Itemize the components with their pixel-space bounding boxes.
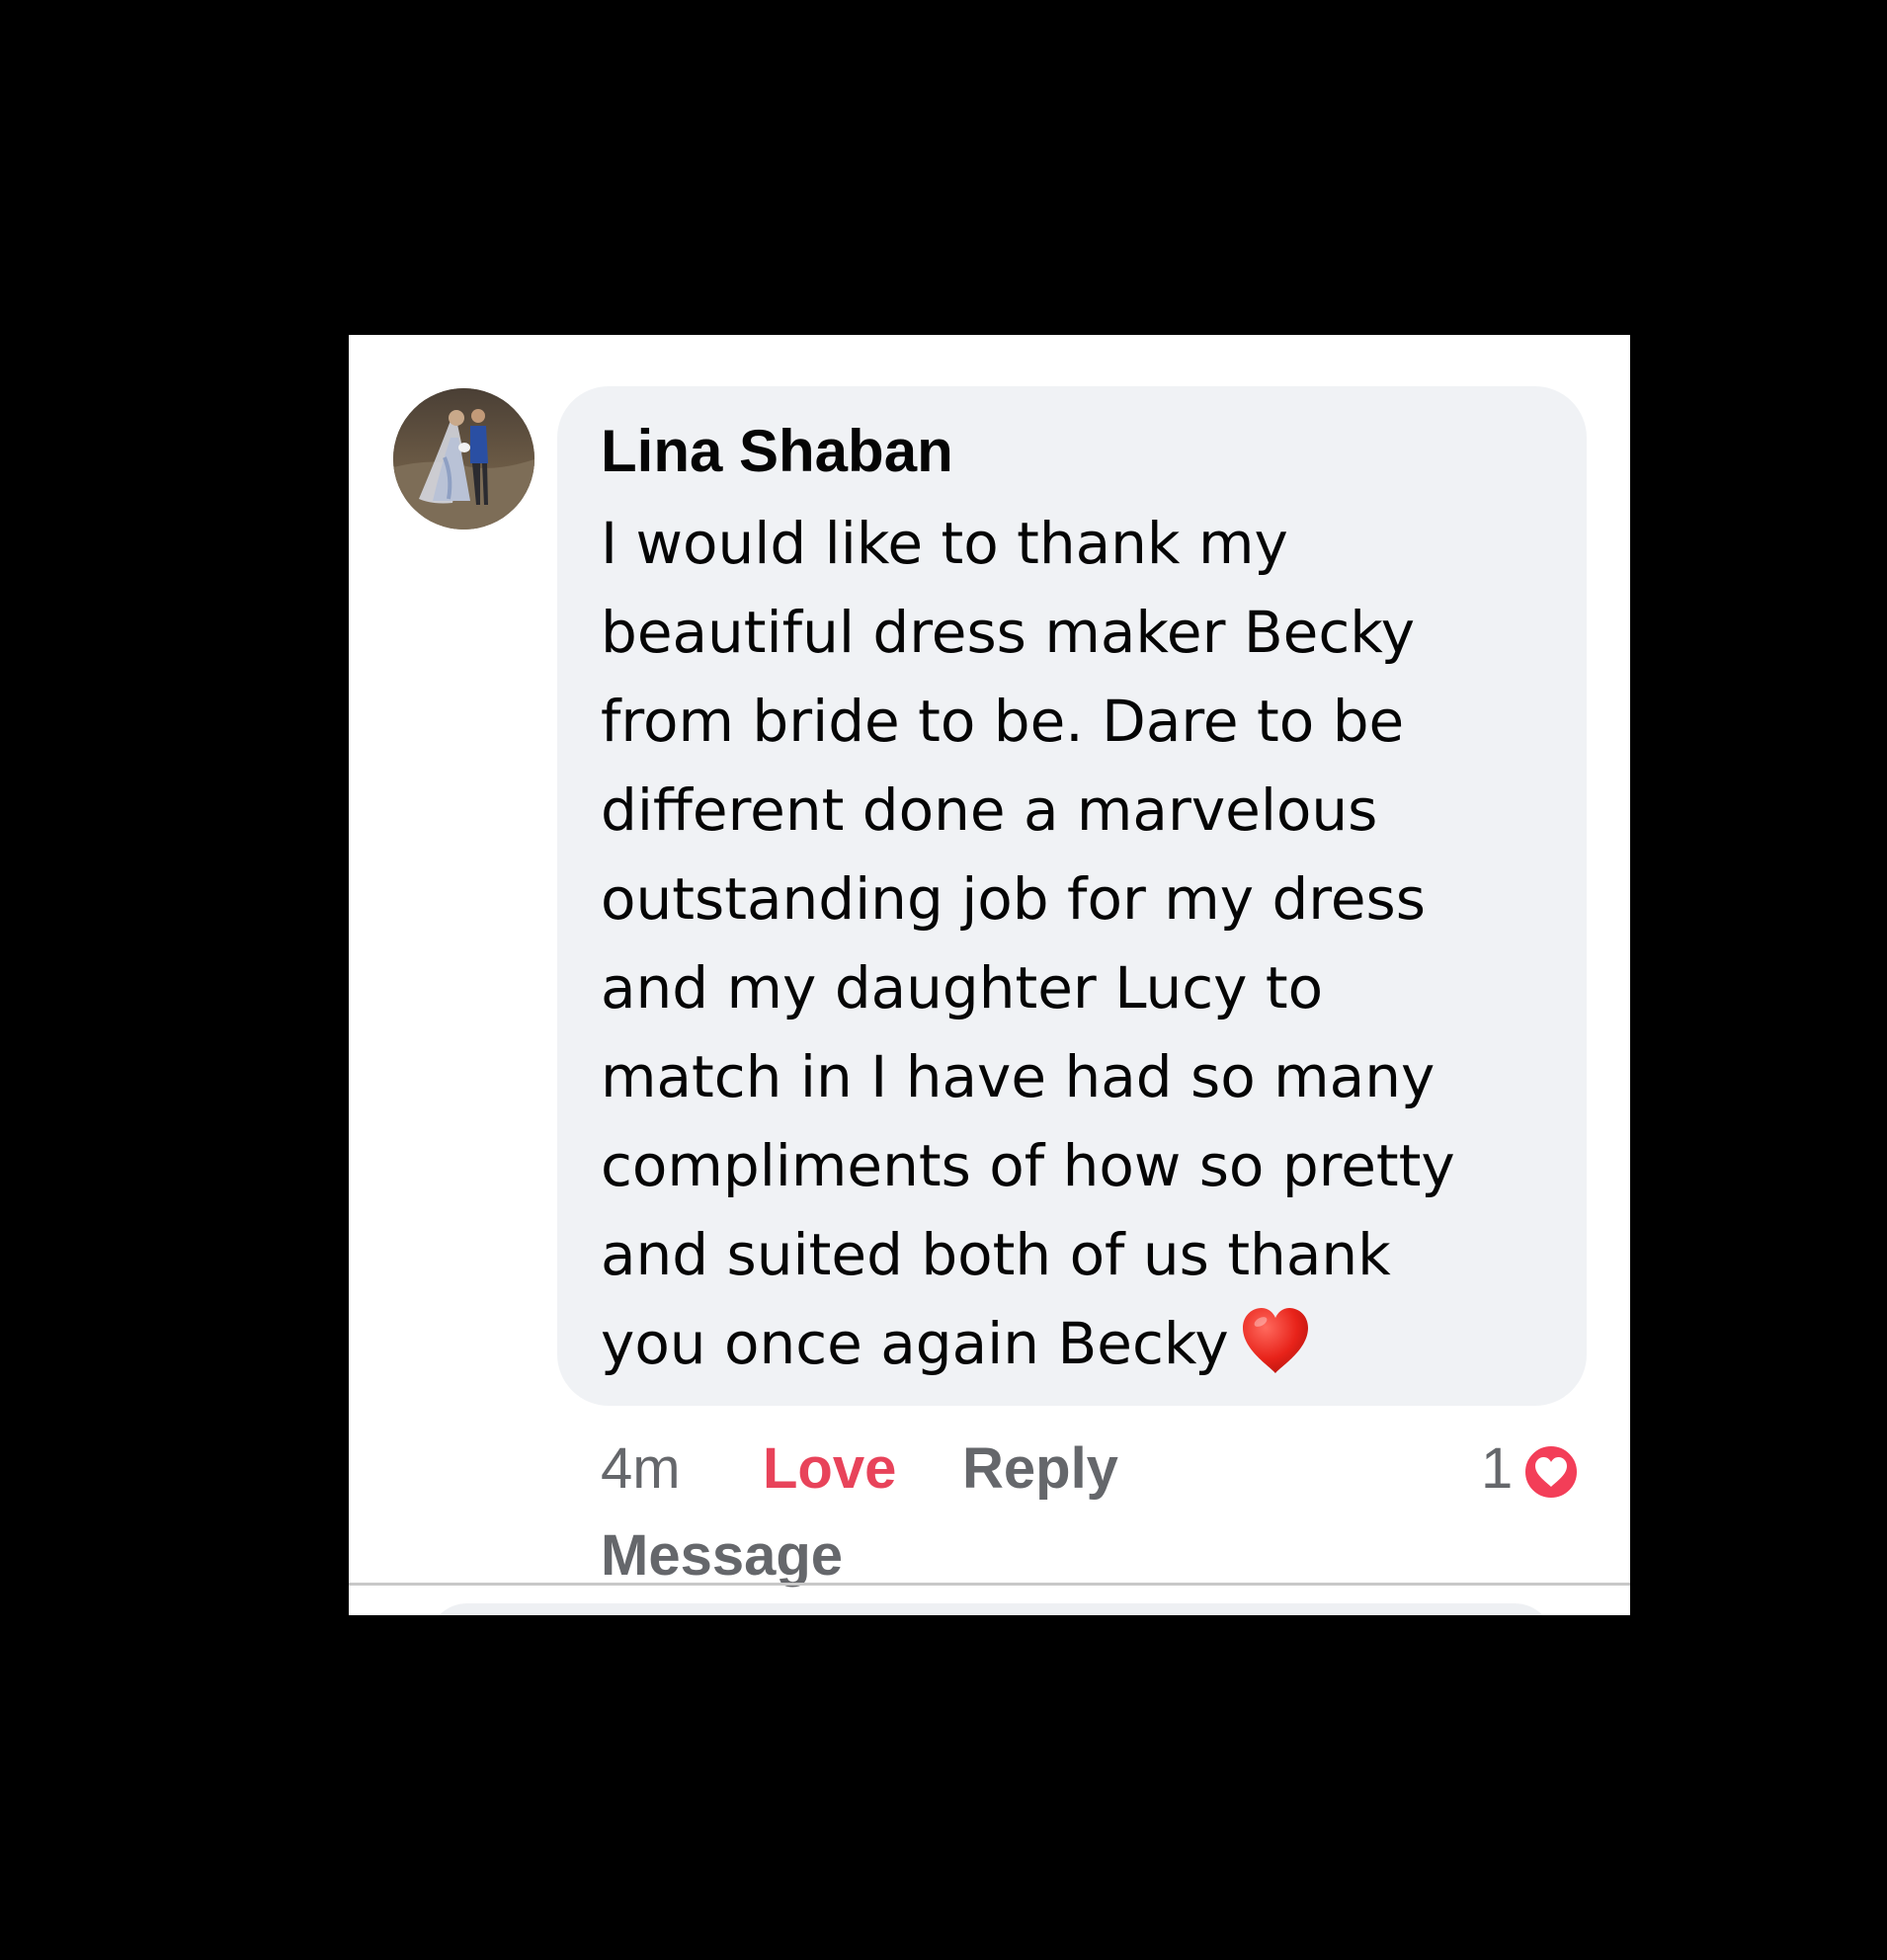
comment-last-line: you once again Becky	[601, 1299, 1589, 1388]
comment-card: Lina Shaban I would like to thank my bea…	[349, 335, 1630, 1615]
reply-button[interactable]: Reply	[962, 1431, 1118, 1507]
next-item-fragment	[428, 1603, 1554, 1615]
previous-item-fragment	[1026, 335, 1067, 339]
love-button[interactable]: Love	[763, 1431, 896, 1507]
divider	[349, 1583, 1630, 1586]
love-reaction-icon	[1522, 1443, 1580, 1501]
comment-line: I would like to thank my	[601, 510, 1288, 577]
red-heart-emoji-icon	[1239, 1304, 1312, 1377]
comment-text: I would like to thank my beautiful dress…	[601, 499, 1589, 1388]
comment-line: from bride to be. Dare to be	[601, 688, 1405, 755]
comment-line: match in I have had so many	[601, 1043, 1436, 1110]
comment-timestamp: 4m	[601, 1436, 681, 1501]
comment-bubble: Lina Shaban I would like to thank my bea…	[557, 386, 1587, 1406]
author-avatar[interactable]	[393, 388, 534, 530]
comment-author-name[interactable]: Lina Shaban	[601, 414, 953, 489]
comment-line: different done a marvelous	[601, 776, 1378, 844]
reaction-count: 1	[1481, 1436, 1514, 1501]
comment-line: and suited both of us thank	[601, 1221, 1391, 1288]
comment-line: you once again Becky	[601, 1310, 1229, 1377]
comment-line: beautiful dress maker Becky	[601, 599, 1416, 666]
profile-photo-icon	[393, 388, 534, 530]
comment-line: and my daughter Lucy to	[601, 954, 1324, 1021]
comment-line: outstanding job for my dress	[601, 865, 1426, 933]
comment-line: compliments of how so pretty	[601, 1132, 1455, 1199]
